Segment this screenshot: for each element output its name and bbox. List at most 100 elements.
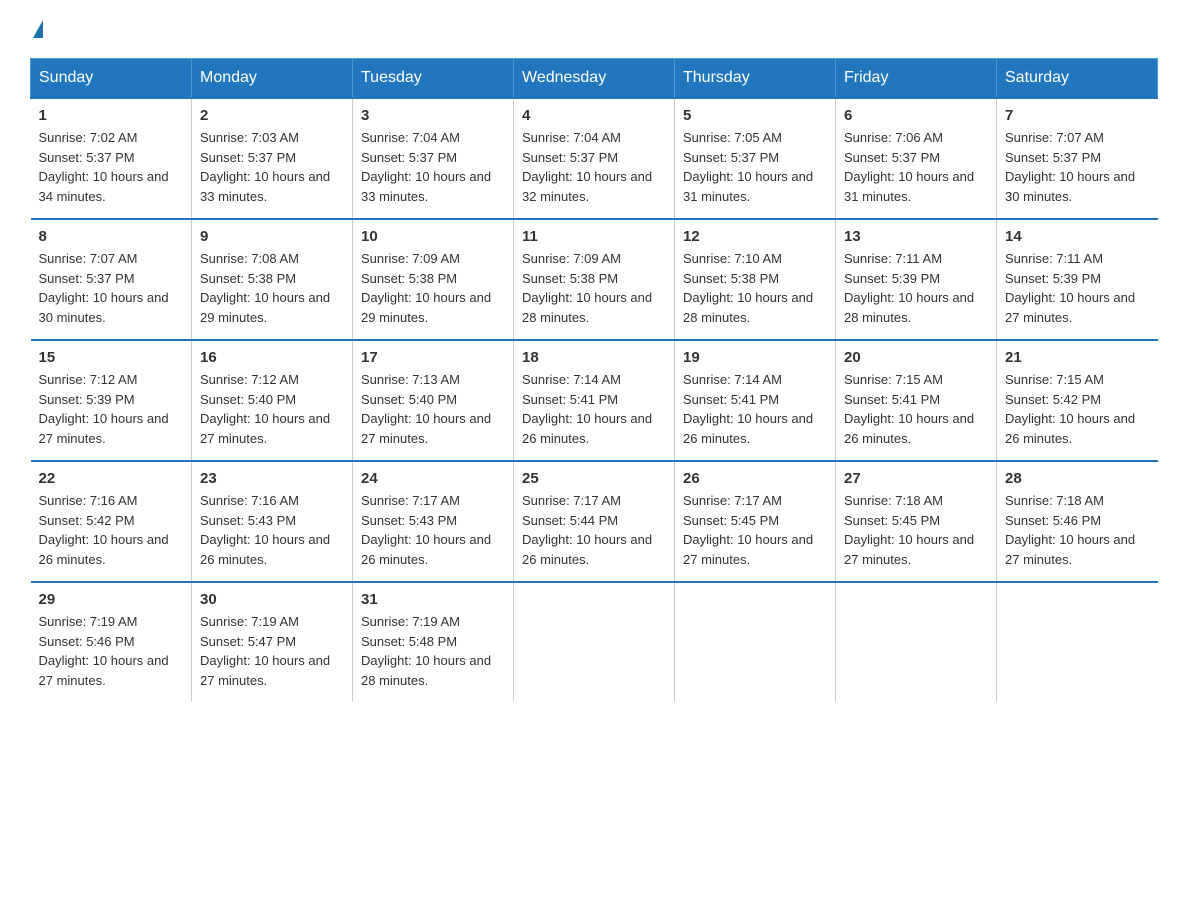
daylight-label: Daylight: 10 hours and 32 minutes. bbox=[522, 169, 652, 204]
day-info: Sunrise: 7:15 AM Sunset: 5:41 PM Dayligh… bbox=[844, 370, 988, 448]
day-number: 8 bbox=[39, 228, 184, 245]
daylight-label: Daylight: 10 hours and 26 minutes. bbox=[39, 532, 169, 567]
day-cell: 4 Sunrise: 7:04 AM Sunset: 5:37 PM Dayli… bbox=[514, 98, 675, 219]
week-row: 22 Sunrise: 7:16 AM Sunset: 5:42 PM Dayl… bbox=[31, 461, 1158, 582]
sunrise-label: Sunrise: 7:05 AM bbox=[683, 130, 782, 145]
daylight-label: Daylight: 10 hours and 27 minutes. bbox=[200, 653, 330, 688]
day-cell: 14 Sunrise: 7:11 AM Sunset: 5:39 PM Dayl… bbox=[997, 219, 1158, 340]
daylight-label: Daylight: 10 hours and 27 minutes. bbox=[1005, 532, 1135, 567]
day-info: Sunrise: 7:16 AM Sunset: 5:42 PM Dayligh… bbox=[39, 491, 184, 569]
daylight-label: Daylight: 10 hours and 26 minutes. bbox=[522, 411, 652, 446]
sunrise-label: Sunrise: 7:12 AM bbox=[200, 372, 299, 387]
day-number: 30 bbox=[200, 591, 344, 608]
sunset-label: Sunset: 5:42 PM bbox=[1005, 392, 1101, 407]
day-of-week-header: Friday bbox=[836, 59, 997, 99]
sunset-label: Sunset: 5:38 PM bbox=[200, 271, 296, 286]
day-cell: 12 Sunrise: 7:10 AM Sunset: 5:38 PM Dayl… bbox=[675, 219, 836, 340]
daylight-label: Daylight: 10 hours and 33 minutes. bbox=[200, 169, 330, 204]
daylight-label: Daylight: 10 hours and 29 minutes. bbox=[361, 290, 491, 325]
day-cell: 6 Sunrise: 7:06 AM Sunset: 5:37 PM Dayli… bbox=[836, 98, 997, 219]
day-cell: 2 Sunrise: 7:03 AM Sunset: 5:37 PM Dayli… bbox=[192, 98, 353, 219]
sunrise-label: Sunrise: 7:04 AM bbox=[361, 130, 460, 145]
sunset-label: Sunset: 5:41 PM bbox=[683, 392, 779, 407]
day-info: Sunrise: 7:18 AM Sunset: 5:45 PM Dayligh… bbox=[844, 491, 988, 569]
daylight-label: Daylight: 10 hours and 28 minutes. bbox=[844, 290, 974, 325]
sunset-label: Sunset: 5:38 PM bbox=[683, 271, 779, 286]
daylight-label: Daylight: 10 hours and 27 minutes. bbox=[361, 411, 491, 446]
daylight-label: Daylight: 10 hours and 26 minutes. bbox=[844, 411, 974, 446]
day-number: 2 bbox=[200, 107, 344, 124]
day-number: 5 bbox=[683, 107, 827, 124]
page-header bbox=[30, 20, 1158, 38]
sunset-label: Sunset: 5:45 PM bbox=[683, 513, 779, 528]
sunrise-label: Sunrise: 7:17 AM bbox=[361, 493, 460, 508]
daylight-label: Daylight: 10 hours and 28 minutes. bbox=[683, 290, 813, 325]
sunset-label: Sunset: 5:40 PM bbox=[361, 392, 457, 407]
sunrise-label: Sunrise: 7:13 AM bbox=[361, 372, 460, 387]
logo-triangle-icon bbox=[33, 20, 43, 38]
sunrise-label: Sunrise: 7:14 AM bbox=[683, 372, 782, 387]
week-row: 29 Sunrise: 7:19 AM Sunset: 5:46 PM Dayl… bbox=[31, 582, 1158, 702]
daylight-label: Daylight: 10 hours and 27 minutes. bbox=[39, 653, 169, 688]
day-number: 18 bbox=[522, 349, 666, 366]
day-number: 27 bbox=[844, 470, 988, 487]
day-cell: 28 Sunrise: 7:18 AM Sunset: 5:46 PM Dayl… bbox=[997, 461, 1158, 582]
day-cell: 20 Sunrise: 7:15 AM Sunset: 5:41 PM Dayl… bbox=[836, 340, 997, 461]
day-cell: 24 Sunrise: 7:17 AM Sunset: 5:43 PM Dayl… bbox=[353, 461, 514, 582]
day-number: 12 bbox=[683, 228, 827, 245]
day-info: Sunrise: 7:04 AM Sunset: 5:37 PM Dayligh… bbox=[522, 128, 666, 206]
day-cell: 15 Sunrise: 7:12 AM Sunset: 5:39 PM Dayl… bbox=[31, 340, 192, 461]
day-cell: 26 Sunrise: 7:17 AM Sunset: 5:45 PM Dayl… bbox=[675, 461, 836, 582]
day-number: 17 bbox=[361, 349, 505, 366]
day-of-week-header: Tuesday bbox=[353, 59, 514, 99]
day-cell bbox=[836, 582, 997, 702]
sunset-label: Sunset: 5:48 PM bbox=[361, 634, 457, 649]
sunrise-label: Sunrise: 7:18 AM bbox=[1005, 493, 1104, 508]
calendar-body: 1 Sunrise: 7:02 AM Sunset: 5:37 PM Dayli… bbox=[31, 98, 1158, 702]
day-info: Sunrise: 7:12 AM Sunset: 5:39 PM Dayligh… bbox=[39, 370, 184, 448]
day-info: Sunrise: 7:10 AM Sunset: 5:38 PM Dayligh… bbox=[683, 249, 827, 327]
sunrise-label: Sunrise: 7:12 AM bbox=[39, 372, 138, 387]
sunset-label: Sunset: 5:39 PM bbox=[39, 392, 135, 407]
sunset-label: Sunset: 5:37 PM bbox=[361, 150, 457, 165]
sunrise-label: Sunrise: 7:09 AM bbox=[361, 251, 460, 266]
day-number: 23 bbox=[200, 470, 344, 487]
sunset-label: Sunset: 5:43 PM bbox=[200, 513, 296, 528]
day-number: 7 bbox=[1005, 107, 1150, 124]
sunrise-label: Sunrise: 7:03 AM bbox=[200, 130, 299, 145]
daylight-label: Daylight: 10 hours and 30 minutes. bbox=[39, 290, 169, 325]
day-info: Sunrise: 7:03 AM Sunset: 5:37 PM Dayligh… bbox=[200, 128, 344, 206]
sunrise-label: Sunrise: 7:17 AM bbox=[683, 493, 782, 508]
day-info: Sunrise: 7:09 AM Sunset: 5:38 PM Dayligh… bbox=[522, 249, 666, 327]
daylight-label: Daylight: 10 hours and 28 minutes. bbox=[522, 290, 652, 325]
day-cell bbox=[675, 582, 836, 702]
day-number: 11 bbox=[522, 228, 666, 245]
day-info: Sunrise: 7:19 AM Sunset: 5:46 PM Dayligh… bbox=[39, 612, 184, 690]
sunset-label: Sunset: 5:42 PM bbox=[39, 513, 135, 528]
daylight-label: Daylight: 10 hours and 27 minutes. bbox=[683, 532, 813, 567]
sunrise-label: Sunrise: 7:19 AM bbox=[200, 614, 299, 629]
day-info: Sunrise: 7:09 AM Sunset: 5:38 PM Dayligh… bbox=[361, 249, 505, 327]
day-info: Sunrise: 7:06 AM Sunset: 5:37 PM Dayligh… bbox=[844, 128, 988, 206]
sunrise-label: Sunrise: 7:10 AM bbox=[683, 251, 782, 266]
day-info: Sunrise: 7:19 AM Sunset: 5:47 PM Dayligh… bbox=[200, 612, 344, 690]
day-info: Sunrise: 7:17 AM Sunset: 5:44 PM Dayligh… bbox=[522, 491, 666, 569]
day-info: Sunrise: 7:05 AM Sunset: 5:37 PM Dayligh… bbox=[683, 128, 827, 206]
sunset-label: Sunset: 5:39 PM bbox=[844, 271, 940, 286]
day-info: Sunrise: 7:11 AM Sunset: 5:39 PM Dayligh… bbox=[1005, 249, 1150, 327]
day-number: 10 bbox=[361, 228, 505, 245]
day-number: 25 bbox=[522, 470, 666, 487]
daylight-label: Daylight: 10 hours and 27 minutes. bbox=[844, 532, 974, 567]
day-info: Sunrise: 7:08 AM Sunset: 5:38 PM Dayligh… bbox=[200, 249, 344, 327]
day-number: 31 bbox=[361, 591, 505, 608]
sunset-label: Sunset: 5:38 PM bbox=[361, 271, 457, 286]
daylight-label: Daylight: 10 hours and 26 minutes. bbox=[1005, 411, 1135, 446]
sunrise-label: Sunrise: 7:11 AM bbox=[844, 251, 942, 266]
daylight-label: Daylight: 10 hours and 33 minutes. bbox=[361, 169, 491, 204]
day-of-week-header: Wednesday bbox=[514, 59, 675, 99]
day-cell: 16 Sunrise: 7:12 AM Sunset: 5:40 PM Dayl… bbox=[192, 340, 353, 461]
day-number: 16 bbox=[200, 349, 344, 366]
day-cell: 19 Sunrise: 7:14 AM Sunset: 5:41 PM Dayl… bbox=[675, 340, 836, 461]
day-number: 13 bbox=[844, 228, 988, 245]
day-number: 14 bbox=[1005, 228, 1150, 245]
